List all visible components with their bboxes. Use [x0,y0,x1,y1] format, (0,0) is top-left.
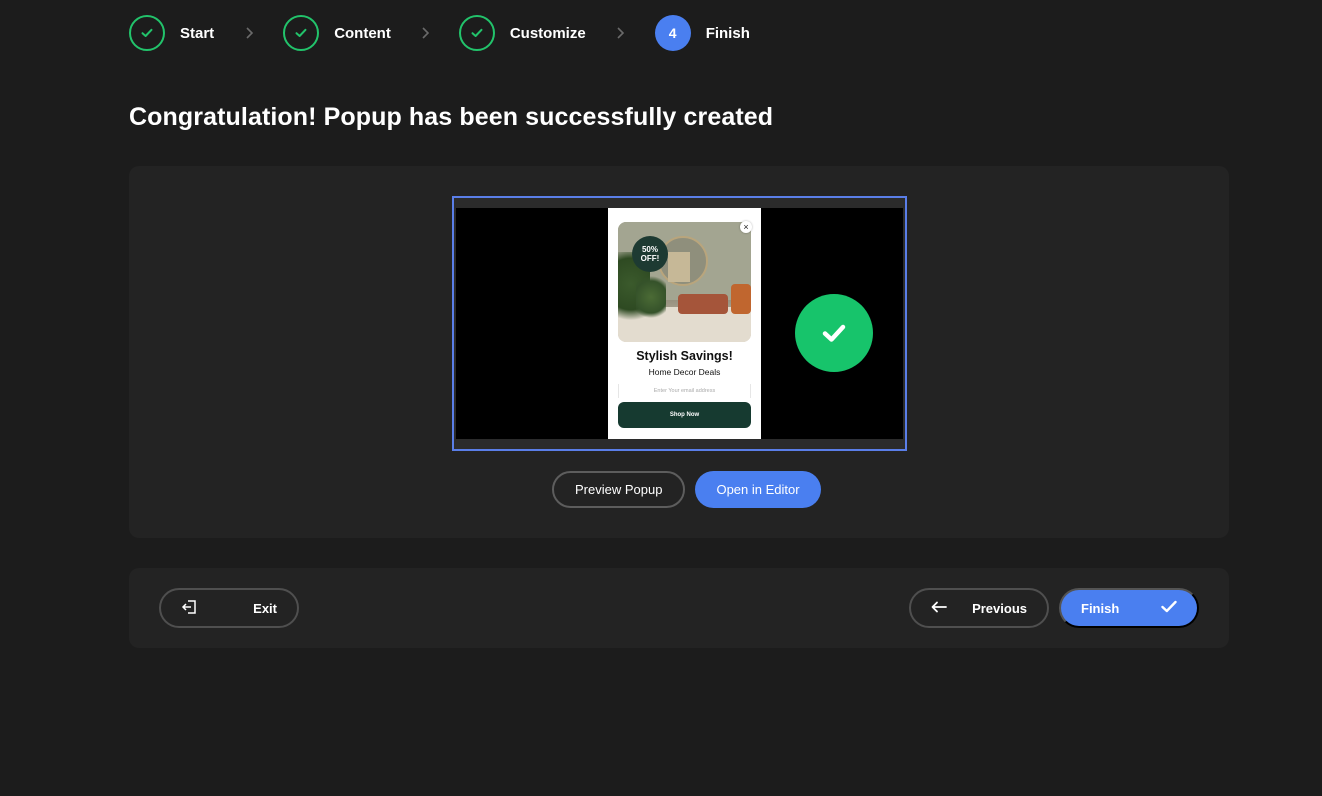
preview-card: 50% OFF! × Stylish Savings! Home Decor D… [129,166,1229,538]
page-title: Congratulation! Popup has been successfu… [129,103,774,131]
step-content[interactable]: Content [283,15,391,51]
popup-subheadline: Home Decor Deals [648,367,721,377]
step-start[interactable]: Start [129,15,214,51]
popup-hero-image: 50% OFF! [618,222,751,342]
step-label: Content [334,24,391,42]
finish-button[interactable]: Finish [1059,588,1199,628]
preview-actions: Preview Popup Open in Editor [552,471,821,508]
preview-popup-button[interactable]: Preview Popup [552,471,686,508]
wizard-stepper: Start Content Customize 4 Finish [129,15,750,51]
check-icon [283,15,320,51]
finish-label: Finish [1081,600,1120,616]
exit-icon [181,599,197,617]
step-label: Finish [705,24,750,42]
exit-label: Exit [253,600,277,616]
check-icon [458,15,495,51]
step-finish[interactable]: 4 Finish [654,15,750,51]
open-in-editor-button[interactable]: Open in Editor [695,471,821,508]
discount-badge: 50% OFF! [632,236,668,272]
arrow-left-icon [931,601,947,616]
previous-label: Previous [972,600,1027,616]
chevron-right-icon [391,26,459,40]
popup-preview: 50% OFF! × Stylish Savings! Home Decor D… [608,208,873,439]
chevron-right-icon [214,26,283,40]
exit-button[interactable]: Exit [159,588,299,628]
check-icon [1161,600,1177,616]
step-customize[interactable]: Customize [458,15,586,51]
popup-headline: Stylish Savings! [636,349,733,363]
step-number: 4 [654,15,691,51]
popup-email-field: Enter Your email address [618,384,751,398]
previous-button[interactable]: Previous [909,588,1049,628]
popup-preview-frame: 50% OFF! × Stylish Savings! Home Decor D… [452,196,907,451]
success-check-icon [795,294,873,372]
step-label: Customize [509,24,586,42]
step-label: Start [180,24,215,42]
close-icon: × [740,221,752,233]
preview-screen: 50% OFF! × Stylish Savings! Home Decor D… [456,208,903,439]
wizard-footer: Exit Previous Finish [129,568,1229,648]
popup-cta-button: Shop Now [618,402,751,428]
check-icon [129,15,165,51]
chevron-right-icon [586,26,655,40]
